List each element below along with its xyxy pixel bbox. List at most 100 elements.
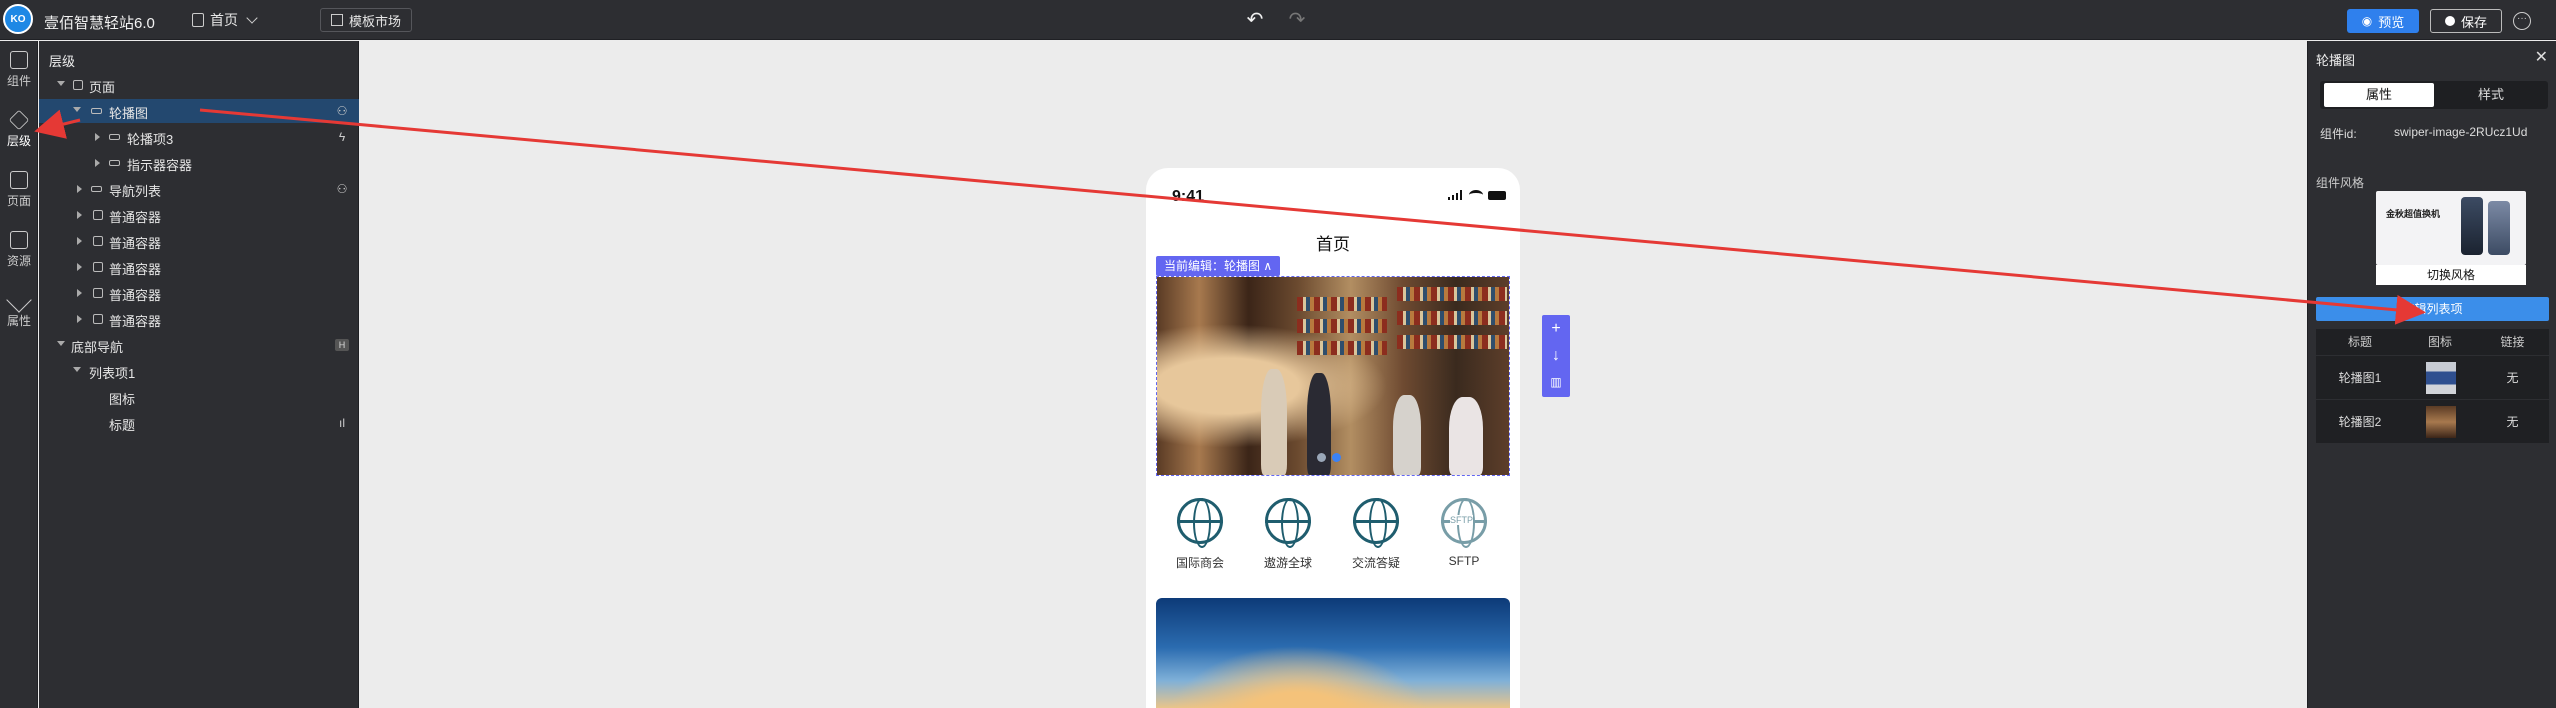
bookshelf <box>1397 287 1507 301</box>
table-row[interactable]: 轮播图2 无 <box>2316 399 2549 443</box>
tree-item-container[interactable]: 普通容器 <box>39 229 359 253</box>
tree-item-indicator-container[interactable]: 指示器容器 <box>39 151 359 175</box>
caret-right-icon[interactable] <box>77 289 82 297</box>
caret-right-icon[interactable] <box>77 263 82 271</box>
tree-item-label: 普通容器 <box>109 314 162 329</box>
style-thumbnail[interactable]: 金秋超值换机 <box>2376 191 2526 265</box>
tree-item-bottom-nav[interactable]: 底部导航 H <box>39 333 359 357</box>
add-icon[interactable]: + <box>1542 315 1570 342</box>
caret-right-icon[interactable] <box>77 315 82 323</box>
rail-item-layers[interactable]: 层级 <box>0 109 38 149</box>
tree-item-label: 图标 <box>109 392 136 407</box>
nav-item[interactable]: 遨游全球 <box>1244 498 1332 571</box>
nav-item-label: 国际商会 <box>1175 556 1224 570</box>
caret-right-icon[interactable] <box>77 185 82 193</box>
delete-icon[interactable]: ▥ <box>1542 369 1570 396</box>
save-button[interactable]: 保存 <box>2430 9 2502 33</box>
nav-item[interactable]: 国际商会 <box>1156 498 1244 571</box>
person <box>1449 397 1483 475</box>
more-icon[interactable]: ··· <box>2513 12 2531 30</box>
tree-item-label: 普通容器 <box>109 262 162 277</box>
bar-chart-icon[interactable]: ıl <box>335 416 349 430</box>
properties-tabs: 属性 样式 <box>2320 81 2548 109</box>
tree-item-container[interactable]: 普通容器 <box>39 307 359 331</box>
caret-right-icon[interactable] <box>77 237 82 245</box>
rail-item-properties[interactable]: 属性 <box>0 287 38 329</box>
rail-item-resources[interactable]: 资源 <box>0 231 38 269</box>
indicator-dot-active[interactable] <box>1332 453 1341 462</box>
undo-icon[interactable]: ↶ <box>1243 8 1267 32</box>
thumbnail-image <box>2426 406 2456 438</box>
caret-down-icon[interactable] <box>73 367 81 372</box>
tab-attributes[interactable]: 属性 <box>2324 83 2434 107</box>
rail-item-components[interactable]: 组件 <box>0 51 38 89</box>
tree-item-icon[interactable]: 图标 <box>39 385 359 409</box>
tree-item-label: 列表项1 <box>89 366 136 381</box>
tree-item-label: 底部导航 <box>71 340 124 355</box>
rail-item-pages[interactable]: 页面 <box>0 171 38 209</box>
swiper-node-icon <box>91 108 102 114</box>
phone-preview[interactable]: 9:41 首页 当前编辑：轮播图 ∧ 国际商会 遨游全球 交流答疑 SFTP S… <box>1146 168 1520 708</box>
tree-item-container[interactable]: 普通容器 <box>39 281 359 305</box>
caret-down-icon[interactable] <box>57 341 65 346</box>
user-node-icon[interactable]: ⚇ <box>335 104 349 118</box>
component-id-value: swiper-image-2RUcz1Ud <box>2394 125 2528 139</box>
tree-item-swiper-item-3[interactable]: 轮播项3 ϟ <box>39 125 359 149</box>
tree-item-page[interactable]: 页面 <box>39 73 359 97</box>
battery-icon <box>1488 191 1506 200</box>
preview-button[interactable]: ◉ 预览 <box>2347 9 2419 33</box>
page-select[interactable]: 首页 <box>192 10 258 30</box>
rail-label: 层级 <box>6 134 31 148</box>
tree-item-container[interactable]: 普通容器 <box>39 203 359 227</box>
caret-right-icon[interactable] <box>95 159 100 167</box>
row-link: 无 <box>2506 415 2519 429</box>
edit-list-button[interactable]: 编辑列表项 <box>2316 297 2549 321</box>
current-edit-tag[interactable]: 当前编辑：轮播图 ∧ <box>1156 256 1281 276</box>
template-market-label: 模板市场 <box>348 13 401 29</box>
caret-down-icon[interactable] <box>57 81 65 86</box>
layers-panel: 层级 页面 轮播图 ⚇ 轮播项3 ϟ 指示器容器 导航列表 ⚇ 普通容器 普通容… <box>39 41 359 708</box>
swiper-indicator[interactable] <box>1317 453 1341 462</box>
tree-item-nav-list[interactable]: 导航列表 ⚇ <box>39 177 359 201</box>
person <box>1261 369 1287 475</box>
user-node-icon[interactable]: ⚇ <box>335 182 349 196</box>
tree-item-title[interactable]: 标题 ıl <box>39 411 359 435</box>
template-market-button[interactable]: 模板市场 <box>320 8 412 32</box>
sftp-icon-text: SFTP <box>1450 515 1474 525</box>
container-node-icon <box>109 160 120 166</box>
nav-list-node-icon <box>91 186 102 192</box>
close-icon[interactable]: ✕ <box>2535 47 2548 67</box>
signal-icon <box>1448 190 1464 200</box>
bookshelf <box>1397 311 1507 325</box>
column-header: 标题 <box>2347 335 2372 349</box>
lightning-icon[interactable]: ϟ <box>335 130 349 144</box>
left-icon-rail: 组件 层级 页面 资源 属性 <box>0 41 38 708</box>
tree-item-label: 轮播项3 <box>127 132 174 147</box>
tree-item-label: 页面 <box>89 80 116 95</box>
switch-style-button[interactable]: 切换风格 <box>2376 265 2526 285</box>
indicator-dot[interactable] <box>1317 453 1326 462</box>
eye-icon: ◉ <box>2361 14 2373 28</box>
globe-icon <box>1353 498 1399 548</box>
thumbnail-image <box>2426 362 2456 394</box>
properties-panel: 轮播图 ✕ 属性 样式 组件id: swiper-image-2RUcz1Ud … <box>2307 41 2556 708</box>
caret-right-icon[interactable] <box>77 211 82 219</box>
app-logo: KO <box>3 4 33 34</box>
tree-item-swiper[interactable]: 轮播图 ⚇ <box>39 99 359 123</box>
tree-item-container[interactable]: 普通容器 <box>39 255 359 279</box>
tree-item-list-item-1[interactable]: 列表项1 <box>39 359 359 383</box>
caret-down-icon[interactable] <box>73 107 81 112</box>
tab-style[interactable]: 样式 <box>2436 83 2546 107</box>
rail-label: 资源 <box>6 254 31 268</box>
move-down-icon[interactable]: ↓ <box>1542 342 1570 369</box>
nav-item[interactable]: 交流答疑 <box>1332 498 1420 571</box>
table-row[interactable]: 轮播图1 无 <box>2316 355 2549 399</box>
redo-icon[interactable]: ↷ <box>1285 8 1309 32</box>
page-icon <box>192 13 204 27</box>
bottom-nav-badge[interactable]: H <box>335 339 349 351</box>
globe-sftp-icon: SFTP <box>1441 498 1487 548</box>
caret-right-icon[interactable] <box>95 133 100 141</box>
container-node-icon <box>93 288 103 298</box>
nav-item[interactable]: SFTP SFTP <box>1420 498 1508 568</box>
swiper-component[interactable] <box>1156 276 1510 476</box>
